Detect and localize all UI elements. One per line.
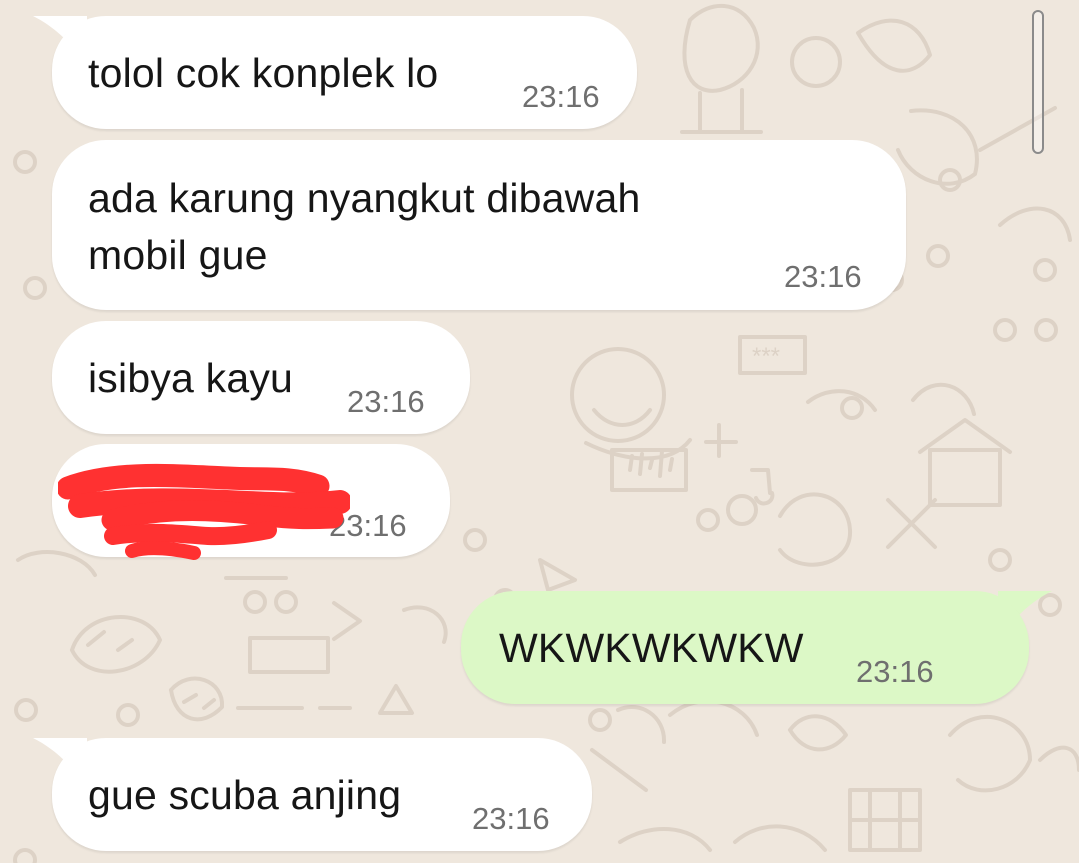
message-time: 23:16 [522,79,600,114]
message-time: 23:16 [329,508,407,543]
message-text: WKWKWKWKW [499,625,804,671]
message-text: gue scuba anjing [88,772,402,818]
message-time: 23:16 [856,654,934,689]
message-time: 23:16 [784,259,862,294]
incoming-message-bubble[interactable]: 23:16 [52,444,450,557]
scrollbar-thumb[interactable] [1032,10,1044,154]
message-time: 23:16 [347,384,425,419]
message-text: isibya kayu [88,355,294,401]
message-time: 23:16 [472,801,550,836]
message-text-line: ada karung nyangkut dibawah [88,175,641,221]
message-text-line: mobil gue [88,232,268,278]
outgoing-message-bubble[interactable]: WKWKWKWKW 23:16 [461,591,1029,704]
incoming-message-bubble[interactable]: tolol cok konplek lo 23:16 [52,16,637,129]
incoming-message-bubble[interactable]: gue scuba anjing 23:16 [52,738,592,851]
incoming-message-bubble[interactable]: isibya kayu 23:16 [52,321,470,434]
message-text: tolol cok konplek lo [88,50,439,96]
incoming-message-bubble[interactable]: ada karung nyangkut dibawah mobil gue 23… [52,140,906,310]
svg-text:***: *** [752,343,780,370]
